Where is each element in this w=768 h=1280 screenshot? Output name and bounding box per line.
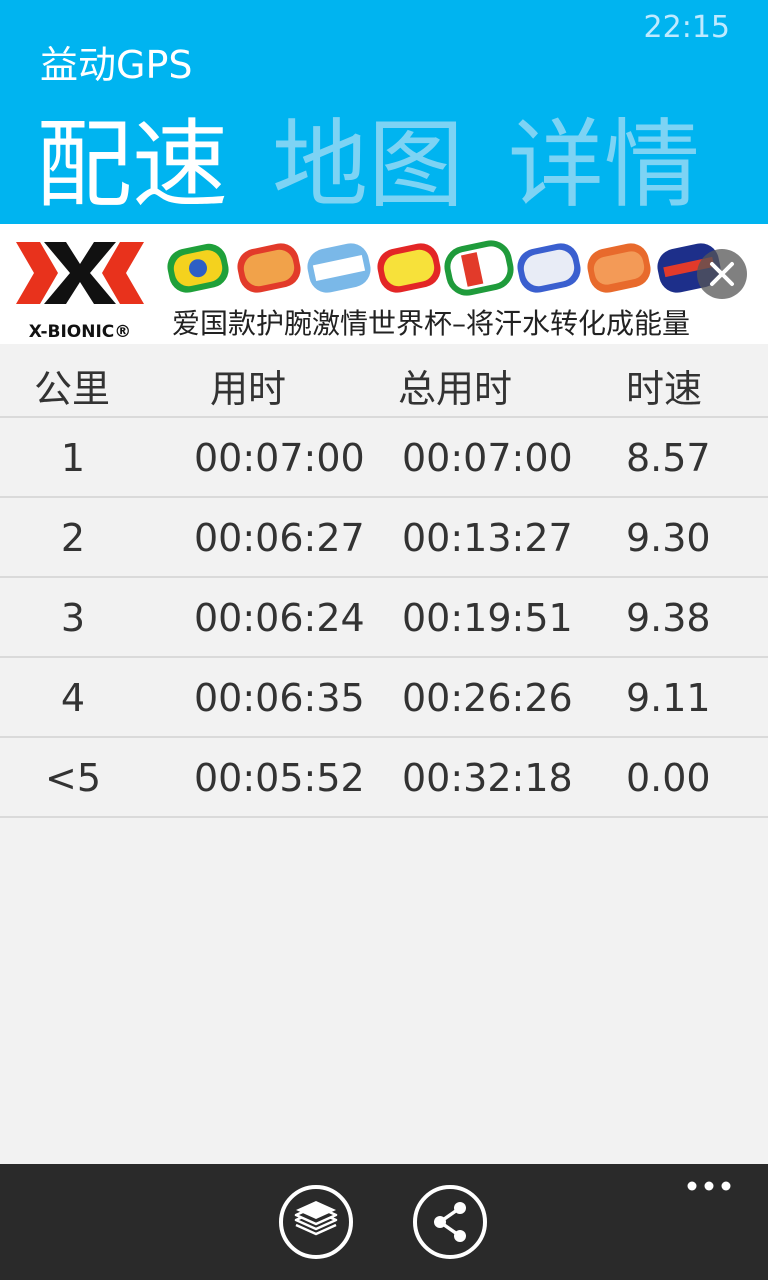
speed-cell: 0.00 — [626, 756, 711, 800]
header-km: 公里 — [34, 367, 111, 411]
table-row: 3 00:06:24 00:19:51 9.38 — [0, 578, 768, 658]
status-clock: 22:15 — [643, 10, 730, 45]
table-row: <5 00:05:52 00:32:18 0.00 — [0, 738, 768, 818]
km-cell: 4 — [60, 676, 86, 720]
more-icon[interactable] — [686, 1178, 732, 1194]
speed-cell: 9.30 — [626, 516, 711, 560]
ad-banner[interactable]: X-BIONIC® 爱国款护腕激情世界杯–将汗水转化成能量 — [0, 224, 768, 344]
split-time-cell: 00:06:35 — [194, 676, 365, 720]
table-row: 4 00:06:35 00:26:26 9.11 — [0, 658, 768, 738]
header: 22:15 益动GPS 配速 地图 详情 — [0, 0, 768, 224]
split-time-cell: 00:07:00 — [194, 436, 365, 480]
app-title: 益动GPS — [40, 43, 193, 87]
km-cell: <5 — [44, 756, 102, 800]
app-bar — [0, 1164, 768, 1280]
split-time-cell: 00:06:27 — [194, 516, 365, 560]
ad-text: 爱国款护腕激情世界杯–将汗水转化成能量 — [172, 307, 691, 340]
pivot-tabs: 配速 地图 详情 — [36, 110, 700, 220]
share-icon[interactable] — [412, 1184, 488, 1260]
speed-cell: 9.11 — [626, 676, 711, 720]
km-cell: 2 — [60, 516, 86, 560]
tab-details[interactable]: 详情 — [508, 110, 700, 220]
total-time-cell: 00:13:27 — [402, 516, 573, 560]
table-row: 1 00:07:00 00:07:00 8.57 — [0, 418, 768, 498]
table-header: 公里 用时 总用时 时速 — [0, 344, 768, 418]
total-time-cell: 00:26:26 — [402, 676, 573, 720]
split-time-cell: 00:06:24 — [194, 596, 365, 640]
km-cell: 3 — [60, 596, 86, 640]
tab-map[interactable]: 地图 — [272, 110, 464, 220]
speed-cell: 9.38 — [626, 596, 711, 640]
layers-icon[interactable] — [278, 1184, 354, 1260]
wristbands-image — [167, 240, 721, 296]
pace-table: 公里 用时 总用时 时速 1 00:07:00 00:07:00 8.57 2 … — [0, 344, 768, 818]
tab-pace[interactable]: 配速 — [36, 110, 228, 220]
brand-logo: X-BIONIC® — [10, 238, 150, 342]
km-cell: 1 — [60, 436, 86, 480]
ad-brand-name: X-BIONIC® — [28, 322, 132, 342]
table-row: 2 00:06:27 00:13:27 9.30 — [0, 498, 768, 578]
header-total-time: 总用时 — [398, 367, 513, 411]
header-time: 用时 — [210, 367, 287, 411]
close-icon[interactable] — [696, 248, 748, 300]
total-time-cell: 00:19:51 — [402, 596, 573, 640]
header-speed: 时速 — [626, 367, 703, 411]
total-time-cell: 00:07:00 — [402, 436, 573, 480]
total-time-cell: 00:32:18 — [402, 756, 573, 800]
split-time-cell: 00:05:52 — [194, 756, 365, 800]
speed-cell: 8.57 — [626, 436, 711, 480]
